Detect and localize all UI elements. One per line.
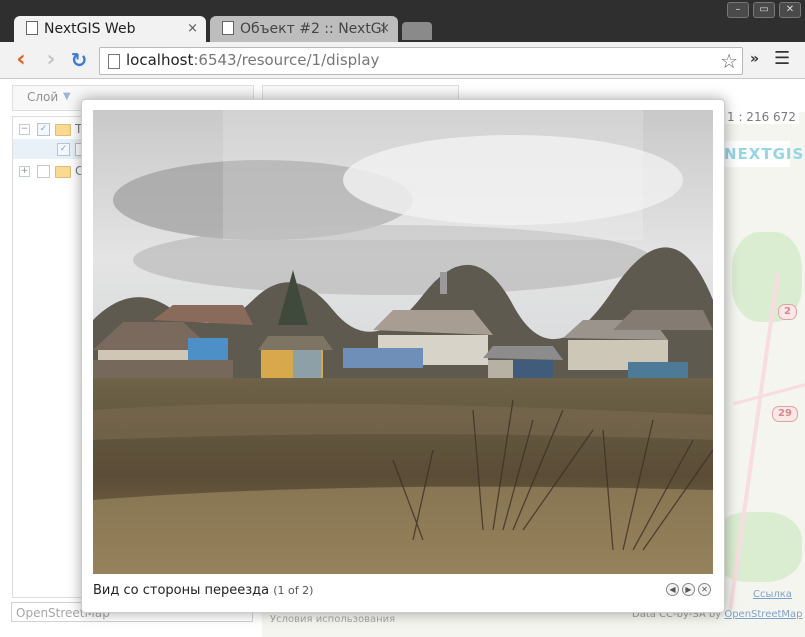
new-tab-button[interactable] [402, 22, 432, 40]
page-icon [222, 21, 234, 35]
back-icon[interactable]: ‹ [10, 49, 32, 71]
close-icon[interactable]: ✕ [698, 583, 711, 596]
browser-toolbar: ‹ › ↻ localhost:6543/resource/1/display … [0, 42, 805, 79]
caption-text: Вид со стороны переезда [93, 583, 270, 598]
lightbox-controls: ◀ ▶ ✕ [666, 583, 711, 596]
tab-nextgis-web[interactable]: NextGIS Web × [14, 16, 206, 42]
next-icon[interactable]: ▶ [682, 583, 695, 596]
window-controls: – ▭ ✕ [727, 2, 801, 18]
browser-titlebar: – ▭ ✕ NextGIS Web × Объект #2 :: NextGIS… [0, 0, 805, 42]
extensions-overflow-icon[interactable]: » [750, 51, 759, 67]
close-window-button[interactable]: ✕ [779, 2, 801, 18]
minimize-button[interactable]: – [727, 2, 749, 18]
reload-icon[interactable]: ↻ [68, 49, 90, 71]
previous-icon[interactable]: ◀ [666, 583, 679, 596]
photo-counter: (1 of 2) [273, 584, 314, 597]
photo-caption: Вид со стороны переезда (1 of 2) [93, 583, 313, 598]
forward-icon[interactable]: › [40, 49, 62, 71]
tab-title: NextGIS Web [44, 21, 136, 37]
tab-close-icon[interactable]: × [187, 16, 198, 42]
tab-close-icon[interactable]: × [379, 16, 390, 42]
tab-object-2[interactable]: Объект #2 :: NextGIS × [210, 16, 398, 42]
menu-icon[interactable]: ☰ [774, 48, 790, 69]
tab-title: Объект #2 :: NextGIS [240, 21, 386, 37]
bookmark-star-icon[interactable]: ☆ [720, 49, 738, 73]
page-icon [26, 21, 38, 35]
photo-image [93, 110, 713, 574]
address-bar[interactable]: localhost:6543/resource/1/display ☆ [99, 47, 743, 75]
url-text[interactable]: localhost:6543/resource/1/display [126, 51, 379, 69]
page-icon [108, 54, 120, 69]
maximize-button[interactable]: ▭ [753, 2, 775, 18]
photo-lightbox: Вид со стороны переезда (1 of 2) ◀ ▶ ✕ [81, 99, 725, 613]
